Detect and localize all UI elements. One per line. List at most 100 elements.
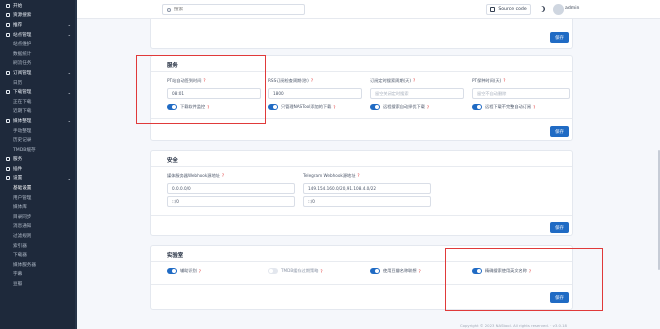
toggle-switch[interactable]	[268, 268, 278, 274]
rss-interval-label: RSS订阅检查周期(秒)?	[268, 78, 314, 83]
save-button-security[interactable]: 保存	[550, 222, 569, 233]
source-code-button[interactable]: Source code	[486, 4, 531, 15]
toggle-switch[interactable]	[370, 104, 380, 110]
sidebar-item[interactable]: 站点管理 ⌄	[0, 30, 77, 40]
webhook-source-ipv4-input[interactable]: 0.0.0.0/0	[167, 183, 295, 194]
sidebar-item-label: 数据统计	[13, 51, 32, 57]
search-interval-input[interactable]: 留空关闭定时搜索	[370, 88, 464, 99]
sidebar-item-label: 媒体整理	[13, 118, 32, 124]
sidebar-item-label: 基础设置	[13, 186, 32, 192]
search-icon	[167, 7, 171, 12]
save-button-top[interactable]: 保存	[550, 32, 569, 43]
sidebar-scrollbar[interactable]	[75, 0, 77, 329]
sidebar-item-label: 开始	[13, 3, 23, 9]
sidebar-item[interactable]: 下载器	[0, 250, 77, 260]
toggle-switch[interactable]	[370, 268, 380, 274]
sidebar-nav: 开始 资源搜索 推荐 ⌄ 站点管理 ⌄ 站点维护 数据统计 刷流任务 订阅管理 ⌄ 日历 下载管理 ⌄ 正在…	[0, 0, 77, 289]
sidebar-item-label: 消息通知	[13, 224, 32, 230]
seed-time-label: PT保种时间(天)?	[472, 78, 506, 83]
sidebar-item[interactable]: 手动整理	[0, 126, 77, 136]
toggle-assist-recognition[interactable]: 辅助识别?	[167, 268, 201, 274]
search-interval-label: 订阅定时搜索周期(天)?	[370, 78, 416, 83]
sidebar-item[interactable]: 推荐 ⌄	[0, 20, 77, 30]
sidebar-item[interactable]: TMDB缓存	[0, 145, 77, 155]
sidebar-item-label: 下载器	[13, 253, 27, 259]
divider	[151, 215, 572, 216]
telegram-webhook-ipv6-input[interactable]: ::/0	[303, 196, 431, 207]
toggle-switch[interactable]	[268, 104, 278, 110]
sidebar-item-label: 目录同步	[13, 214, 32, 220]
sidebar-item[interactable]: 消息通知	[0, 222, 77, 232]
highlight-box-lab-toggle	[445, 248, 603, 311]
avatar[interactable]	[553, 3, 564, 15]
sidebar-item[interactable]: 用户管理	[0, 193, 77, 203]
sidebar-item-label: 字幕	[13, 272, 23, 278]
sidebar-item[interactable]: 服务	[0, 155, 77, 165]
sidebar-item-label: 用户管理	[13, 195, 32, 201]
sidebar-item[interactable]: 正在下载	[0, 97, 77, 107]
sidebar-item[interactable]: 媒体服务器	[0, 260, 77, 270]
sidebar-item-label: 过滤规则	[13, 234, 32, 240]
toggle-remote-auto-subscribe[interactable]: 远程下载不完整自动订阅?	[472, 104, 535, 110]
lab-card-title: 实验室	[167, 253, 184, 259]
save-button-service[interactable]: 保存	[550, 126, 569, 137]
sidebar-item-label: 媒体库	[13, 205, 27, 211]
menu-icon	[6, 157, 10, 162]
github-icon	[490, 7, 496, 12]
chevron-down-icon: ⌄	[67, 175, 71, 181]
sidebar: 开始 资源搜索 推荐 ⌄ 站点管理 ⌄ 站点维护 数据统计 刷流任务 订阅管理 ⌄ 日历 下载管理 ⌄ 正在…	[0, 0, 77, 329]
toggle-remote-search-auto[interactable]: 远程搜索自动择优下载?	[370, 104, 429, 110]
sidebar-item[interactable]: 资源搜索	[0, 11, 77, 21]
sidebar-item-label: 站点管理	[13, 32, 32, 38]
sidebar-item[interactable]: 设置 ⌄	[0, 174, 77, 184]
menu-icon	[6, 166, 10, 171]
menu-icon	[6, 176, 10, 181]
sidebar-item[interactable]: 媒体库	[0, 202, 77, 212]
toggle-douban-name-suggest[interactable]: 使用豆瓣名称联想?	[370, 268, 421, 274]
search-box[interactable]	[162, 4, 305, 15]
sidebar-item[interactable]: 日历	[0, 78, 77, 88]
sidebar-item[interactable]: 字幕	[0, 270, 77, 280]
sidebar-item[interactable]: 基础设置	[0, 183, 77, 193]
sidebar-item-label: 设置	[13, 176, 23, 182]
sidebar-item[interactable]: 订阅管理 ⌄	[0, 68, 77, 78]
source-code-label: Source code	[498, 7, 527, 12]
chevron-down-icon: ⌄	[67, 70, 71, 76]
sidebar-item-label: 媒体服务器	[13, 262, 36, 268]
sidebar-item[interactable]: 下载管理 ⌄	[0, 87, 77, 97]
sidebar-item[interactable]: 过滤规则	[0, 231, 77, 241]
sidebar-item[interactable]: 目录同步	[0, 212, 77, 222]
sidebar-item-label: 下载管理	[13, 90, 32, 96]
toggle-manage-nastool-only[interactable]: 只管理NASTool添加的下载?	[268, 104, 336, 110]
telegram-webhook-ipv4-input[interactable]: 149.154.160.0/20,91.108.4.0/22	[303, 183, 431, 194]
sidebar-item-label: 历史记录	[13, 138, 32, 144]
sidebar-item[interactable]: 刷流任务	[0, 59, 77, 69]
highlight-box-service-fields	[136, 55, 266, 124]
divider	[151, 166, 572, 167]
sidebar-item-label: 插件	[13, 166, 23, 172]
toggle-switch[interactable]	[167, 268, 177, 274]
security-settings-card: 安全 媒体服务器Webhook源地址? 0.0.0.0/0 ::/0 Teleg…	[150, 150, 573, 236]
sidebar-item[interactable]: 媒体整理 ⌄	[0, 116, 77, 126]
seed-time-input[interactable]: 留空不自动删除	[472, 88, 570, 99]
dark-mode-icon[interactable]	[539, 6, 545, 12]
rss-interval-input[interactable]: 1800	[268, 88, 362, 99]
sidebar-item[interactable]: 插件	[0, 164, 77, 174]
menu-icon	[6, 32, 10, 37]
sidebar-item[interactable]: 豆瓣	[0, 279, 77, 289]
toggle-tmdb-cache-expire[interactable]: TMDB缓存过期策略?	[268, 268, 323, 274]
webhook-source-label: 媒体服务器Webhook源地址?	[167, 173, 225, 178]
menu-icon	[6, 13, 10, 18]
menu-icon	[6, 90, 10, 95]
sidebar-item[interactable]: 开始	[0, 1, 77, 11]
sidebar-item[interactable]: 历史记录	[0, 135, 77, 145]
toggle-switch[interactable]	[472, 104, 482, 110]
sidebar-item[interactable]: 近期下载	[0, 107, 77, 117]
search-input[interactable]	[174, 7, 294, 12]
webhook-source-ipv6-input[interactable]: ::/0	[167, 196, 295, 207]
sidebar-item[interactable]: 数据统计	[0, 49, 77, 59]
sidebar-item[interactable]: 站点维护	[0, 39, 77, 49]
user-name[interactable]: admin	[565, 6, 579, 11]
sidebar-item[interactable]: 索引器	[0, 241, 77, 251]
sidebar-item-label: 站点维护	[13, 42, 32, 48]
